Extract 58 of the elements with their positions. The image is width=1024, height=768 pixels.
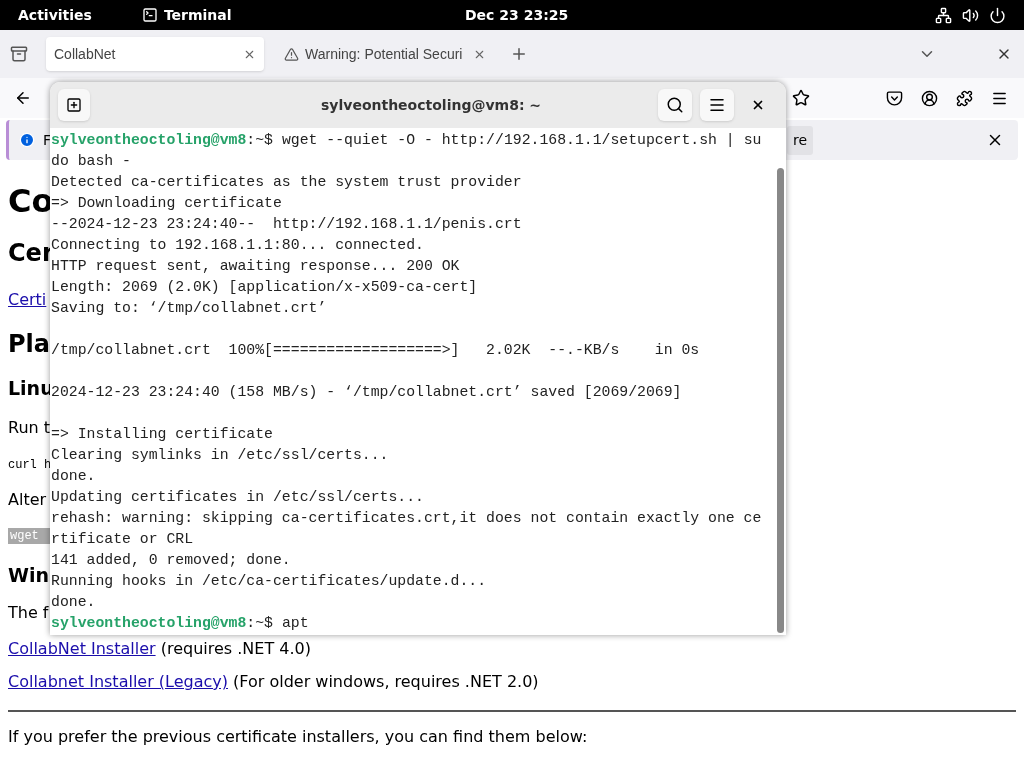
terminal-line: --2024-12-23 23:24:40-- http://192.168.1.1/penis.crt (51, 215, 523, 234)
terminal-line: done. (51, 467, 97, 486)
terminal-line: Clearing symlinks in /etc/ssl/certs... (51, 446, 390, 465)
terminal-line: rehash: warning: skipping ca-certificates.crt,it does not contain exactly one ce (51, 509, 763, 528)
menu-icon (708, 96, 726, 114)
terminal-line: HTTP request sent, awaiting response... 200 OK (51, 257, 461, 276)
search-button[interactable] (658, 89, 692, 121)
terminal-line: Running hooks in /etc/ca-certificates/update.d... (51, 572, 488, 591)
back-icon[interactable] (14, 89, 32, 107)
terminal-line: do bash - (51, 152, 132, 171)
paragraph: (requires .NET 4.0) (160, 639, 311, 658)
paragraph: The f (8, 603, 49, 623)
terminal-line: sylveontheoctoling@vm8:~$ wget --quiet -O - http://192.168.1.1/setupcert.sh | su (51, 131, 763, 150)
account-icon[interactable] (921, 89, 938, 107)
link[interactable]: CollabNet Installer (8, 639, 156, 658)
activities-button[interactable]: Activities (18, 4, 92, 26)
app-menu[interactable]: Terminal (141, 4, 232, 26)
terminal-line: Saving to: ‘/tmp/collabnet.crt’ (51, 299, 328, 318)
terminal-line: sylveontheoctoling@vm8:~$ apt (51, 614, 310, 633)
section-heading: Pla (8, 329, 50, 358)
window-title: sylveontheoctoling@vm8: ~ (321, 95, 542, 115)
terminal-line: /tmp/collabnet.crt 100%[===================>] 2.02K --.-KB/s in 0s (51, 341, 701, 360)
menu-button[interactable] (700, 89, 734, 121)
volume-icon[interactable] (962, 6, 979, 24)
terminal-line: done. (51, 593, 97, 612)
terminal-icon (141, 7, 158, 23)
new-tab-button[interactable] (58, 89, 90, 121)
paragraph: (For older windows, requires .NET 2.0) (233, 672, 539, 691)
info-icon (19, 132, 35, 148)
terminal-line: 2024-12-23 23:24:40 (158 MB/s) - ‘/tmp/collabnet.crt’ saved [2069/2069] (51, 383, 683, 402)
link[interactable]: Collabnet Installer (Legacy) (8, 672, 228, 691)
terminal-line: Connecting to 192.168.1.1:80... connected. (51, 236, 425, 255)
clock[interactable]: Dec 23 23:25 (465, 4, 569, 26)
code-text: curl h (8, 456, 52, 473)
extensions-icon[interactable] (956, 89, 973, 107)
link[interactable]: Certi (8, 289, 47, 310)
info-message: F (43, 130, 52, 150)
terminal-line: 141 added, 0 removed; done. (51, 551, 292, 570)
plus-icon (66, 97, 82, 113)
bookmark-star-icon[interactable] (792, 89, 810, 107)
paragraph: Alter (8, 489, 47, 510)
network-icon[interactable] (935, 6, 952, 24)
warning-icon (284, 46, 299, 62)
subsection-heading: Win (8, 562, 49, 587)
close-icon (751, 98, 765, 112)
paragraph: Run t (8, 418, 51, 438)
power-icon[interactable] (989, 6, 1006, 24)
search-icon (666, 96, 684, 114)
terminal-line: => Installing certificate (51, 425, 274, 444)
browser-tab[interactable]: Warning: Potential Securi (276, 37, 494, 71)
terminal-line: Detected ca-certificates as the system trust provider (51, 173, 523, 192)
info-bar-button[interactable]: re (787, 125, 814, 155)
browser-tab[interactable]: CollabNet (46, 37, 264, 71)
terminal-line: => Downloading certificate (51, 194, 283, 213)
paragraph: If you prefer the previous certificate installers, you can find them below: (8, 727, 588, 747)
terminal-line: Length: 2069 (2.0K) [application/x-x509-ca-cert] (51, 278, 479, 297)
terminal-line: Updating certificates in /etc/ssl/certs... (51, 488, 425, 507)
new-tab-icon[interactable] (510, 45, 528, 63)
